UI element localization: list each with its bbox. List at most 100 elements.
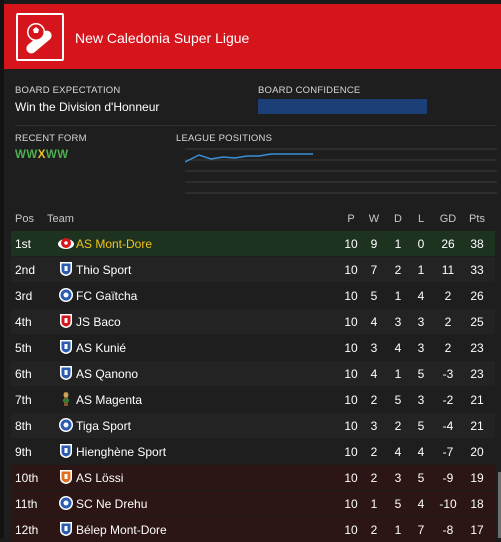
row-position: 2nd bbox=[15, 263, 36, 277]
board-confidence-bar[interactable] bbox=[258, 99, 427, 114]
row-d: 1 bbox=[394, 367, 402, 381]
row-team-link[interactable]: AS Lössi bbox=[76, 471, 123, 485]
row-l: 4 bbox=[417, 497, 425, 511]
table-row[interactable]: 10th AS Lössi 10 2 3 5 -9 19 bbox=[11, 465, 495, 490]
row-team-link[interactable]: Tiga Sport bbox=[76, 419, 131, 433]
row-d: 3 bbox=[394, 471, 402, 485]
row-l: 3 bbox=[417, 315, 425, 329]
orange-crest-icon[interactable] bbox=[58, 469, 74, 485]
blue-round-crest-icon[interactable] bbox=[58, 495, 74, 511]
row-team-link[interactable]: AS Magenta bbox=[76, 393, 142, 407]
table-row[interactable]: 7th AS Magenta 10 2 5 3 -2 21 bbox=[11, 387, 495, 412]
row-d: 1 bbox=[394, 523, 402, 537]
league-logo[interactable] bbox=[16, 13, 64, 61]
row-p: 10 bbox=[344, 237, 358, 251]
row-team-link[interactable]: SC Ne Drehu bbox=[76, 497, 147, 511]
row-position: 9th bbox=[15, 445, 32, 459]
table-row[interactable]: 2nd Thio Sport 10 7 2 1 11 33 bbox=[11, 257, 495, 282]
row-p: 10 bbox=[344, 341, 358, 355]
row-l: 3 bbox=[417, 341, 425, 355]
blue-shield-crest-icon[interactable] bbox=[58, 339, 74, 355]
form-result: W bbox=[26, 149, 38, 161]
row-position: 8th bbox=[15, 419, 32, 433]
blue-shield-crest-icon[interactable] bbox=[58, 365, 74, 381]
row-team-link[interactable]: AS Kunié bbox=[76, 341, 126, 355]
section-divider bbox=[15, 125, 497, 126]
table-row[interactable]: 6th AS Qanono 10 4 1 5 -3 23 bbox=[11, 361, 495, 386]
recent-form-results[interactable]: WWXWW bbox=[15, 149, 69, 161]
row-team-link[interactable]: JS Baco bbox=[76, 315, 121, 329]
row-gd: 2 bbox=[444, 315, 452, 329]
blue-round-crest-icon[interactable] bbox=[58, 417, 74, 433]
table-row[interactable]: 1st AS Mont-Dore 10 9 1 0 26 38 bbox=[11, 231, 495, 256]
row-d: 5 bbox=[394, 497, 402, 511]
table-row[interactable]: 8th Tiga Sport 10 3 2 5 -4 21 bbox=[11, 413, 495, 438]
row-position: 7th bbox=[15, 393, 32, 407]
row-d: 1 bbox=[394, 237, 402, 251]
row-w: 4 bbox=[370, 315, 378, 329]
col-gd-header[interactable]: GD bbox=[436, 213, 460, 225]
row-position: 4th bbox=[15, 315, 32, 329]
row-p: 10 bbox=[344, 263, 358, 277]
row-team-link[interactable]: Thio Sport bbox=[76, 263, 131, 277]
table-row[interactable]: 12th Bélep Mont-Dore 10 2 1 7 -8 17 bbox=[11, 517, 495, 542]
row-position: 1st bbox=[15, 237, 32, 251]
table-row[interactable]: 3rd FC Gaïtcha 10 5 1 4 2 26 bbox=[11, 283, 495, 308]
league-title[interactable]: New Caledonia Super Ligue bbox=[75, 30, 249, 46]
row-gd: -7 bbox=[442, 445, 454, 459]
row-l: 5 bbox=[417, 367, 425, 381]
row-pts: 19 bbox=[470, 471, 484, 485]
row-gd: 2 bbox=[444, 341, 452, 355]
row-l: 0 bbox=[417, 237, 425, 251]
row-position: 5th bbox=[15, 341, 32, 355]
row-d: 4 bbox=[394, 341, 402, 355]
row-l: 7 bbox=[417, 523, 425, 537]
row-gd: -9 bbox=[442, 471, 454, 485]
row-pts: 21 bbox=[470, 419, 484, 433]
blue-round-crest-icon[interactable] bbox=[58, 287, 74, 303]
blue-shield-crest-icon[interactable] bbox=[58, 443, 74, 459]
blue-shield-crest-icon[interactable] bbox=[58, 521, 74, 537]
row-d: 4 bbox=[394, 445, 402, 459]
row-w: 3 bbox=[370, 341, 378, 355]
col-played-header[interactable]: P bbox=[339, 213, 363, 225]
row-team-link[interactable]: Hienghène Sport bbox=[76, 445, 166, 459]
form-result: W bbox=[57, 149, 69, 161]
col-lost-header[interactable]: L bbox=[409, 213, 433, 225]
brown-figure-crest-icon[interactable] bbox=[58, 391, 74, 407]
row-l: 3 bbox=[417, 393, 425, 407]
row-p: 10 bbox=[344, 289, 358, 303]
row-d: 1 bbox=[394, 289, 402, 303]
col-won-header[interactable]: W bbox=[362, 213, 386, 225]
board-expectation-value: Win the Division d'Honneur bbox=[15, 100, 160, 114]
row-pts: 17 bbox=[470, 523, 484, 537]
row-team-link[interactable]: AS Qanono bbox=[76, 367, 138, 381]
col-pos-header[interactable]: Pos bbox=[15, 213, 34, 225]
col-drawn-header[interactable]: D bbox=[386, 213, 410, 225]
row-gd: -8 bbox=[442, 523, 454, 537]
row-position: 12th bbox=[15, 523, 39, 537]
table-row[interactable]: 4th JS Baco 10 4 3 3 2 25 bbox=[11, 309, 495, 334]
row-gd: -2 bbox=[442, 393, 454, 407]
blue-shield-crest-icon[interactable] bbox=[58, 261, 74, 277]
league-panel: BOARD EXPECTATION Win the Division d'Hon… bbox=[4, 69, 501, 542]
col-pts-header[interactable]: Pts bbox=[465, 213, 489, 225]
row-l: 1 bbox=[417, 263, 425, 277]
row-w: 9 bbox=[370, 237, 378, 251]
row-pts: 26 bbox=[470, 289, 484, 303]
row-d: 3 bbox=[394, 315, 402, 329]
row-pts: 33 bbox=[470, 263, 484, 277]
row-team-link[interactable]: Bélep Mont-Dore bbox=[76, 523, 167, 537]
table-row[interactable]: 11th SC Ne Drehu 10 1 5 4 -10 18 bbox=[11, 491, 495, 516]
red-shield-crest-icon[interactable] bbox=[58, 313, 74, 329]
row-w: 2 bbox=[370, 445, 378, 459]
col-team-header[interactable]: Team bbox=[47, 213, 74, 225]
row-team-link[interactable]: AS Mont-Dore bbox=[76, 237, 152, 251]
table-row[interactable]: 5th AS Kunié 10 3 4 3 2 23 bbox=[11, 335, 495, 360]
table-row[interactable]: 9th Hienghène Sport 10 2 4 4 -7 20 bbox=[11, 439, 495, 464]
row-team-link[interactable]: FC Gaïtcha bbox=[76, 289, 137, 303]
row-w: 5 bbox=[370, 289, 378, 303]
board-expectation-label: BOARD EXPECTATION bbox=[15, 85, 121, 96]
red-ball-crest-icon[interactable] bbox=[58, 235, 74, 251]
league-positions-chart[interactable] bbox=[185, 148, 497, 194]
